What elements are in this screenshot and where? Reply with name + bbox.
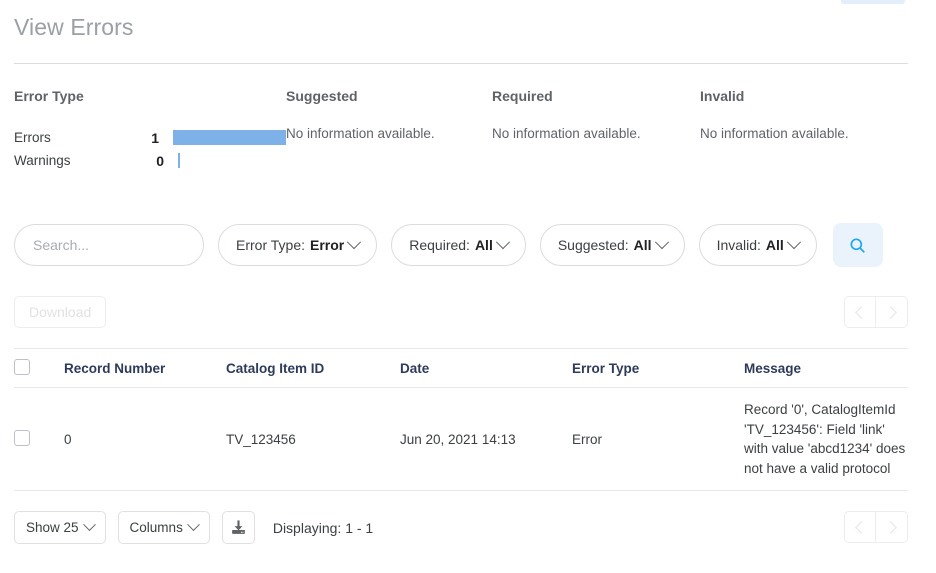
search-button[interactable] bbox=[832, 223, 883, 267]
chart-value-warnings: 0 bbox=[156, 152, 164, 169]
chevron-down-icon bbox=[786, 235, 801, 250]
select-all-header bbox=[14, 349, 64, 388]
errors-table-wrap: Record Number Catalog Item ID Date Error… bbox=[14, 348, 908, 492]
chart-row-errors: Errors 1 bbox=[14, 126, 286, 149]
table-footer: Show 25 Columns Displaying: 1 - 1 bbox=[14, 511, 908, 544]
filter-invalid-label: Invalid: bbox=[716, 237, 761, 253]
summary-note-suggested: No information available. bbox=[286, 126, 435, 141]
columns-button[interactable]: Columns bbox=[117, 511, 210, 544]
row-select-cell bbox=[14, 387, 64, 492]
filter-invalid[interactable]: Invalid: All bbox=[698, 224, 817, 266]
footer-left-controls: Show 25 Columns Displaying: 1 - 1 bbox=[14, 511, 373, 544]
filter-error-type-label: Error Type: bbox=[236, 237, 305, 253]
chart-bar-errors bbox=[173, 130, 286, 145]
download-button[interactable]: Download bbox=[14, 296, 107, 328]
chevron-down-icon bbox=[654, 235, 669, 250]
chevron-right-icon bbox=[883, 520, 897, 534]
page-size-label: Show 25 bbox=[26, 520, 79, 535]
table-header-row: Record Number Catalog Item ID Date Error… bbox=[14, 349, 908, 388]
chart-bar-wrap-errors bbox=[173, 126, 286, 149]
filter-suggested-value: All bbox=[633, 237, 652, 253]
filter-invalid-value: All bbox=[765, 237, 784, 253]
chart-value-errors: 1 bbox=[151, 129, 159, 146]
summary-column-suggested: Suggested No information available. bbox=[286, 88, 492, 141]
column-header-date[interactable]: Date bbox=[400, 349, 572, 388]
export-download-button[interactable] bbox=[221, 511, 255, 544]
chevron-down-icon bbox=[495, 235, 510, 250]
chart-bar-wrap-warnings bbox=[178, 149, 286, 172]
cell-record-number: 0 bbox=[64, 387, 226, 492]
filter-suggested-label: Suggested: bbox=[557, 237, 629, 253]
filter-required-label: Required: bbox=[409, 237, 470, 253]
pagination-top bbox=[844, 296, 908, 328]
filter-error-type-value: Error bbox=[310, 237, 345, 253]
cell-catalog-item-id: TV_123456 bbox=[226, 387, 400, 492]
summary-heading-invalid: Invalid bbox=[700, 88, 745, 104]
errors-table: Record Number Catalog Item ID Date Error… bbox=[14, 349, 908, 492]
summary-heading-required: Required bbox=[492, 88, 553, 104]
summary-heading-error-type: Error Type bbox=[14, 88, 84, 104]
pagination-next-button-top[interactable] bbox=[876, 296, 908, 328]
page-size-button[interactable]: Show 25 bbox=[14, 511, 106, 544]
cell-date: Jun 20, 2021 14:13 bbox=[400, 387, 572, 492]
column-header-catalog-item-id[interactable]: Catalog Item ID bbox=[226, 349, 400, 388]
pagination-bottom bbox=[844, 511, 908, 543]
columns-label: Columns bbox=[129, 520, 183, 535]
displaying-count: Displaying: 1 - 1 bbox=[272, 519, 374, 536]
filter-bar: Error Type: Error Required: All Suggeste… bbox=[14, 223, 883, 267]
summary-note-required: No information available. bbox=[492, 126, 641, 141]
pagination-prev-button-top[interactable] bbox=[844, 296, 876, 328]
summary-heading-suggested: Suggested bbox=[286, 88, 358, 104]
column-header-message[interactable]: Message bbox=[744, 349, 908, 388]
chart-label-warnings: Warnings bbox=[14, 153, 71, 168]
pagination-prev-button-bottom[interactable] bbox=[844, 511, 876, 543]
row-checkbox[interactable] bbox=[14, 429, 30, 446]
chart-label-errors: Errors bbox=[14, 130, 51, 145]
error-type-bar-chart: Errors 1 Warnings 0 bbox=[14, 126, 286, 172]
summary-column-invalid: Invalid No information available. bbox=[700, 88, 906, 141]
title-divider bbox=[14, 63, 908, 64]
chevron-right-icon bbox=[883, 305, 897, 319]
download-icon bbox=[231, 520, 245, 534]
column-header-record-number[interactable]: Record Number bbox=[64, 349, 226, 388]
chevron-down-icon bbox=[186, 518, 200, 532]
chart-row-warnings: Warnings 0 bbox=[14, 149, 286, 172]
chevron-down-icon bbox=[82, 518, 96, 532]
select-all-checkbox[interactable] bbox=[14, 359, 30, 375]
column-header-error-type[interactable]: Error Type bbox=[572, 349, 744, 388]
table-row[interactable]: 0 TV_123456 Jun 20, 2021 14:13 Error Rec… bbox=[14, 387, 908, 492]
summary-note-invalid: No information available. bbox=[700, 126, 849, 141]
summary-column-required: Required No information available. bbox=[492, 88, 698, 141]
chevron-down-icon bbox=[347, 235, 362, 250]
search-icon bbox=[850, 237, 865, 253]
cell-message: Record '0', CatalogItemId 'TV_123456': F… bbox=[744, 387, 908, 492]
filter-error-type[interactable]: Error Type: Error bbox=[218, 224, 378, 266]
cell-error-type: Error bbox=[572, 387, 744, 492]
summary-column-error-type: Error Type Errors 1 Warnings 0 bbox=[14, 88, 286, 172]
chevron-left-icon bbox=[855, 520, 868, 534]
chart-bar-warnings bbox=[178, 153, 180, 168]
page-title: View Errors bbox=[14, 14, 134, 40]
search-input[interactable] bbox=[14, 224, 204, 266]
filter-required[interactable]: Required: All bbox=[391, 224, 526, 266]
top-progress-sliver bbox=[841, 0, 905, 4]
filter-suggested[interactable]: Suggested: All bbox=[539, 224, 685, 266]
filter-required-value: All bbox=[474, 237, 493, 253]
pagination-next-button-bottom[interactable] bbox=[876, 511, 908, 543]
table-action-row: Download bbox=[14, 296, 908, 328]
error-summary: Error Type Errors 1 Warnings 0 Suggested… bbox=[14, 88, 908, 183]
chevron-left-icon bbox=[855, 305, 868, 319]
